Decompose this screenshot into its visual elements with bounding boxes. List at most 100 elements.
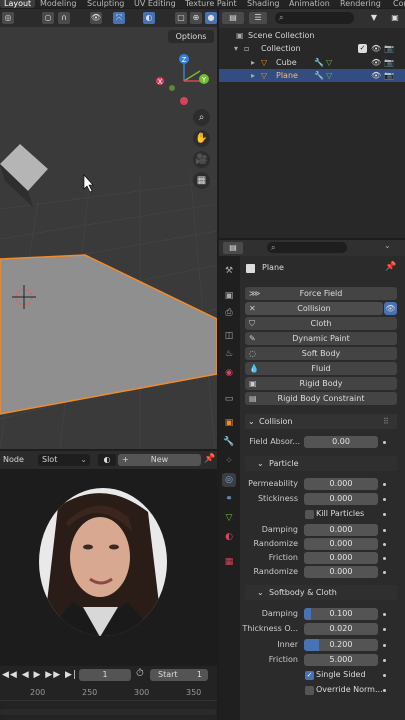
stopwatch-icon[interactable]: ⏱: [136, 668, 144, 679]
keyframe-dot-icon[interactable]: [383, 513, 386, 516]
zoom-icon[interactable]: ⌕: [193, 109, 210, 126]
pan-hand-icon[interactable]: ✋: [193, 130, 210, 147]
render-camera-icon[interactable]: 📷: [384, 42, 394, 55]
new-material-button[interactable]: + New: [118, 454, 201, 466]
editor-type-icon[interactable]: ▤: [222, 12, 244, 24]
dynamic-paint-button[interactable]: ✎ Dynamic Paint: [245, 332, 397, 345]
kill-particles-checkbox[interactable]: [305, 510, 314, 519]
gizmo-toggle-icon[interactable]: ⤧: [113, 12, 125, 24]
texture-tab-icon[interactable]: ▦: [222, 555, 236, 569]
filter-icon[interactable]: ▼: [364, 12, 384, 24]
keyframe-dot-icon[interactable]: [383, 644, 386, 647]
tab-compositing[interactable]: Cor: [393, 0, 405, 8]
sb-friction-field[interactable]: 5.000: [304, 654, 378, 666]
solid-shading-icon[interactable]: ●: [205, 12, 217, 24]
data-tab-icon[interactable]: ▽: [222, 511, 236, 525]
keyframe-dot-icon[interactable]: [383, 483, 386, 486]
modifier-tab-icon[interactable]: 🔧: [222, 435, 236, 449]
object-tab-icon[interactable]: ▣: [222, 416, 236, 430]
keyframe-dot-icon[interactable]: [383, 659, 386, 662]
override-normals-checkbox[interactable]: [305, 686, 314, 695]
material-browse-icon[interactable]: ◐: [98, 454, 116, 466]
eye-icon[interactable]: 👁: [371, 69, 381, 82]
render-camera-icon[interactable]: 📷: [384, 69, 394, 82]
damping-field[interactable]: 0.000: [304, 524, 378, 536]
friction-randomize-field[interactable]: 0.000: [304, 566, 378, 578]
world-tab-icon[interactable]: ◉: [222, 366, 236, 380]
rigid-body-constraint-button[interactable]: ▤ Rigid Body Constraint: [245, 392, 397, 405]
tool-tab-icon[interactable]: ⚒: [222, 264, 236, 278]
keyframe-dot-icon[interactable]: [383, 674, 386, 677]
falloff-icon[interactable]: ∩: [58, 12, 70, 24]
force-field-button[interactable]: ⋙ Force Field: [245, 287, 397, 300]
keyframe-dot-icon[interactable]: [383, 571, 386, 574]
pin-icon[interactable]: 📌: [204, 454, 215, 464]
view-layer-tab-icon[interactable]: ◫: [222, 329, 236, 343]
output-tab-icon[interactable]: ⎙: [222, 306, 236, 320]
expand-chevron-icon[interactable]: ▾: [234, 42, 238, 55]
new-collection-icon[interactable]: ▣: [389, 12, 401, 24]
start-frame-field[interactable]: Start 1: [150, 669, 208, 681]
plane-object[interactable]: [0, 254, 217, 415]
keyframe-dot-icon[interactable]: [383, 498, 386, 501]
visibility-icon[interactable]: 👁: [90, 12, 102, 24]
3d-viewport[interactable]: Z Y X: [0, 9, 217, 449]
sb-damping-field[interactable]: 0.100: [304, 608, 378, 620]
tab-modeling[interactable]: Modeling: [40, 0, 76, 8]
collection-tab-icon[interactable]: ▭: [222, 392, 236, 406]
constraints-tab-icon[interactable]: ⚭: [222, 492, 236, 506]
eye-icon[interactable]: 👁: [371, 56, 381, 69]
tab-sculpting[interactable]: Sculpting: [87, 0, 124, 8]
scene-tab-icon[interactable]: ♨: [222, 347, 236, 361]
expand-chevron-icon[interactable]: ▸: [251, 69, 255, 82]
keyframe-dot-icon[interactable]: [383, 613, 386, 616]
keyframe-dot-icon[interactable]: [383, 557, 386, 560]
editor-type-icon[interactable]: ▤: [223, 242, 243, 254]
field-absorption-field[interactable]: 0.00: [304, 436, 378, 448]
keyframe-dot-icon[interactable]: [383, 628, 386, 631]
pin-icon[interactable]: 📌: [385, 262, 396, 272]
friction-field[interactable]: 0.000: [304, 552, 378, 564]
node-menu[interactable]: Node: [3, 455, 24, 464]
drag-handle-icon[interactable]: ⠿: [383, 414, 389, 429]
particles-tab-icon[interactable]: ⁘: [222, 454, 236, 468]
select-mode-icon[interactable]: ◎: [2, 12, 14, 24]
soft-body-button[interactable]: ◌ Soft Body: [245, 347, 397, 360]
current-frame-field[interactable]: 1: [79, 669, 131, 681]
particle-panel-header[interactable]: ⌄ Particle: [245, 456, 397, 471]
options-button[interactable]: Options: [168, 30, 214, 43]
chevron-down-icon[interactable]: ⌄: [384, 241, 391, 250]
keyframe-dot-icon[interactable]: [383, 543, 386, 546]
keyframe-dot-icon[interactable]: [383, 529, 386, 532]
exclude-checkbox[interactable]: ✓: [358, 44, 367, 53]
damping-randomize-field[interactable]: 0.000: [304, 538, 378, 550]
display-mode-icon[interactable]: ☰: [249, 12, 267, 24]
proportional-edit-icon[interactable]: ○: [42, 12, 54, 24]
tab-layout[interactable]: Layout: [0, 0, 36, 8]
perspective-grid-icon[interactable]: ▦: [193, 172, 210, 189]
tab-shading[interactable]: Shading: [247, 0, 280, 8]
cloth-button[interactable]: ⛉ Cloth: [245, 317, 397, 330]
collision-panel-header[interactable]: ⌄ Collision ⠿: [245, 414, 397, 429]
camera-view-icon[interactable]: 🎥: [193, 151, 210, 168]
collision-button[interactable]: ✕ Collision: [245, 302, 383, 315]
tab-animation[interactable]: Animation: [289, 0, 330, 8]
overlay-toggle-icon[interactable]: ◐: [143, 12, 155, 24]
keyframe-dot-icon[interactable]: [383, 689, 386, 692]
timeline-scrollbar[interactable]: [0, 709, 217, 715]
tab-rendering[interactable]: Rendering: [340, 0, 381, 8]
tab-texture-paint[interactable]: Texture Paint: [185, 0, 237, 8]
wireframe-shading-icon[interactable]: ⊕: [190, 12, 202, 24]
slot-dropdown[interactable]: Slot ⌄: [38, 454, 90, 466]
rigid-body-button[interactable]: ▣ Rigid Body: [245, 377, 397, 390]
softbody-cloth-panel-header[interactable]: ⌄ Softbody & Cloth: [245, 585, 397, 600]
outliner-item-cube[interactable]: ▸ ▽ Cube 🔧 ▽ 👁 📷: [219, 56, 405, 69]
render-tab-icon[interactable]: ▣: [222, 289, 236, 303]
outliner-search-input[interactable]: ⌕: [275, 12, 354, 24]
xray-icon[interactable]: ▢: [175, 12, 187, 24]
expand-chevron-icon[interactable]: ▸: [251, 56, 255, 69]
outliner-scene-collection[interactable]: ▣ Scene Collection: [219, 29, 405, 42]
properties-search-input[interactable]: ⌕: [267, 242, 347, 253]
material-tab-icon[interactable]: ◐: [222, 530, 236, 544]
outliner-collection[interactable]: ▾ ▫ Collection ✓ 👁 📷: [219, 42, 405, 55]
